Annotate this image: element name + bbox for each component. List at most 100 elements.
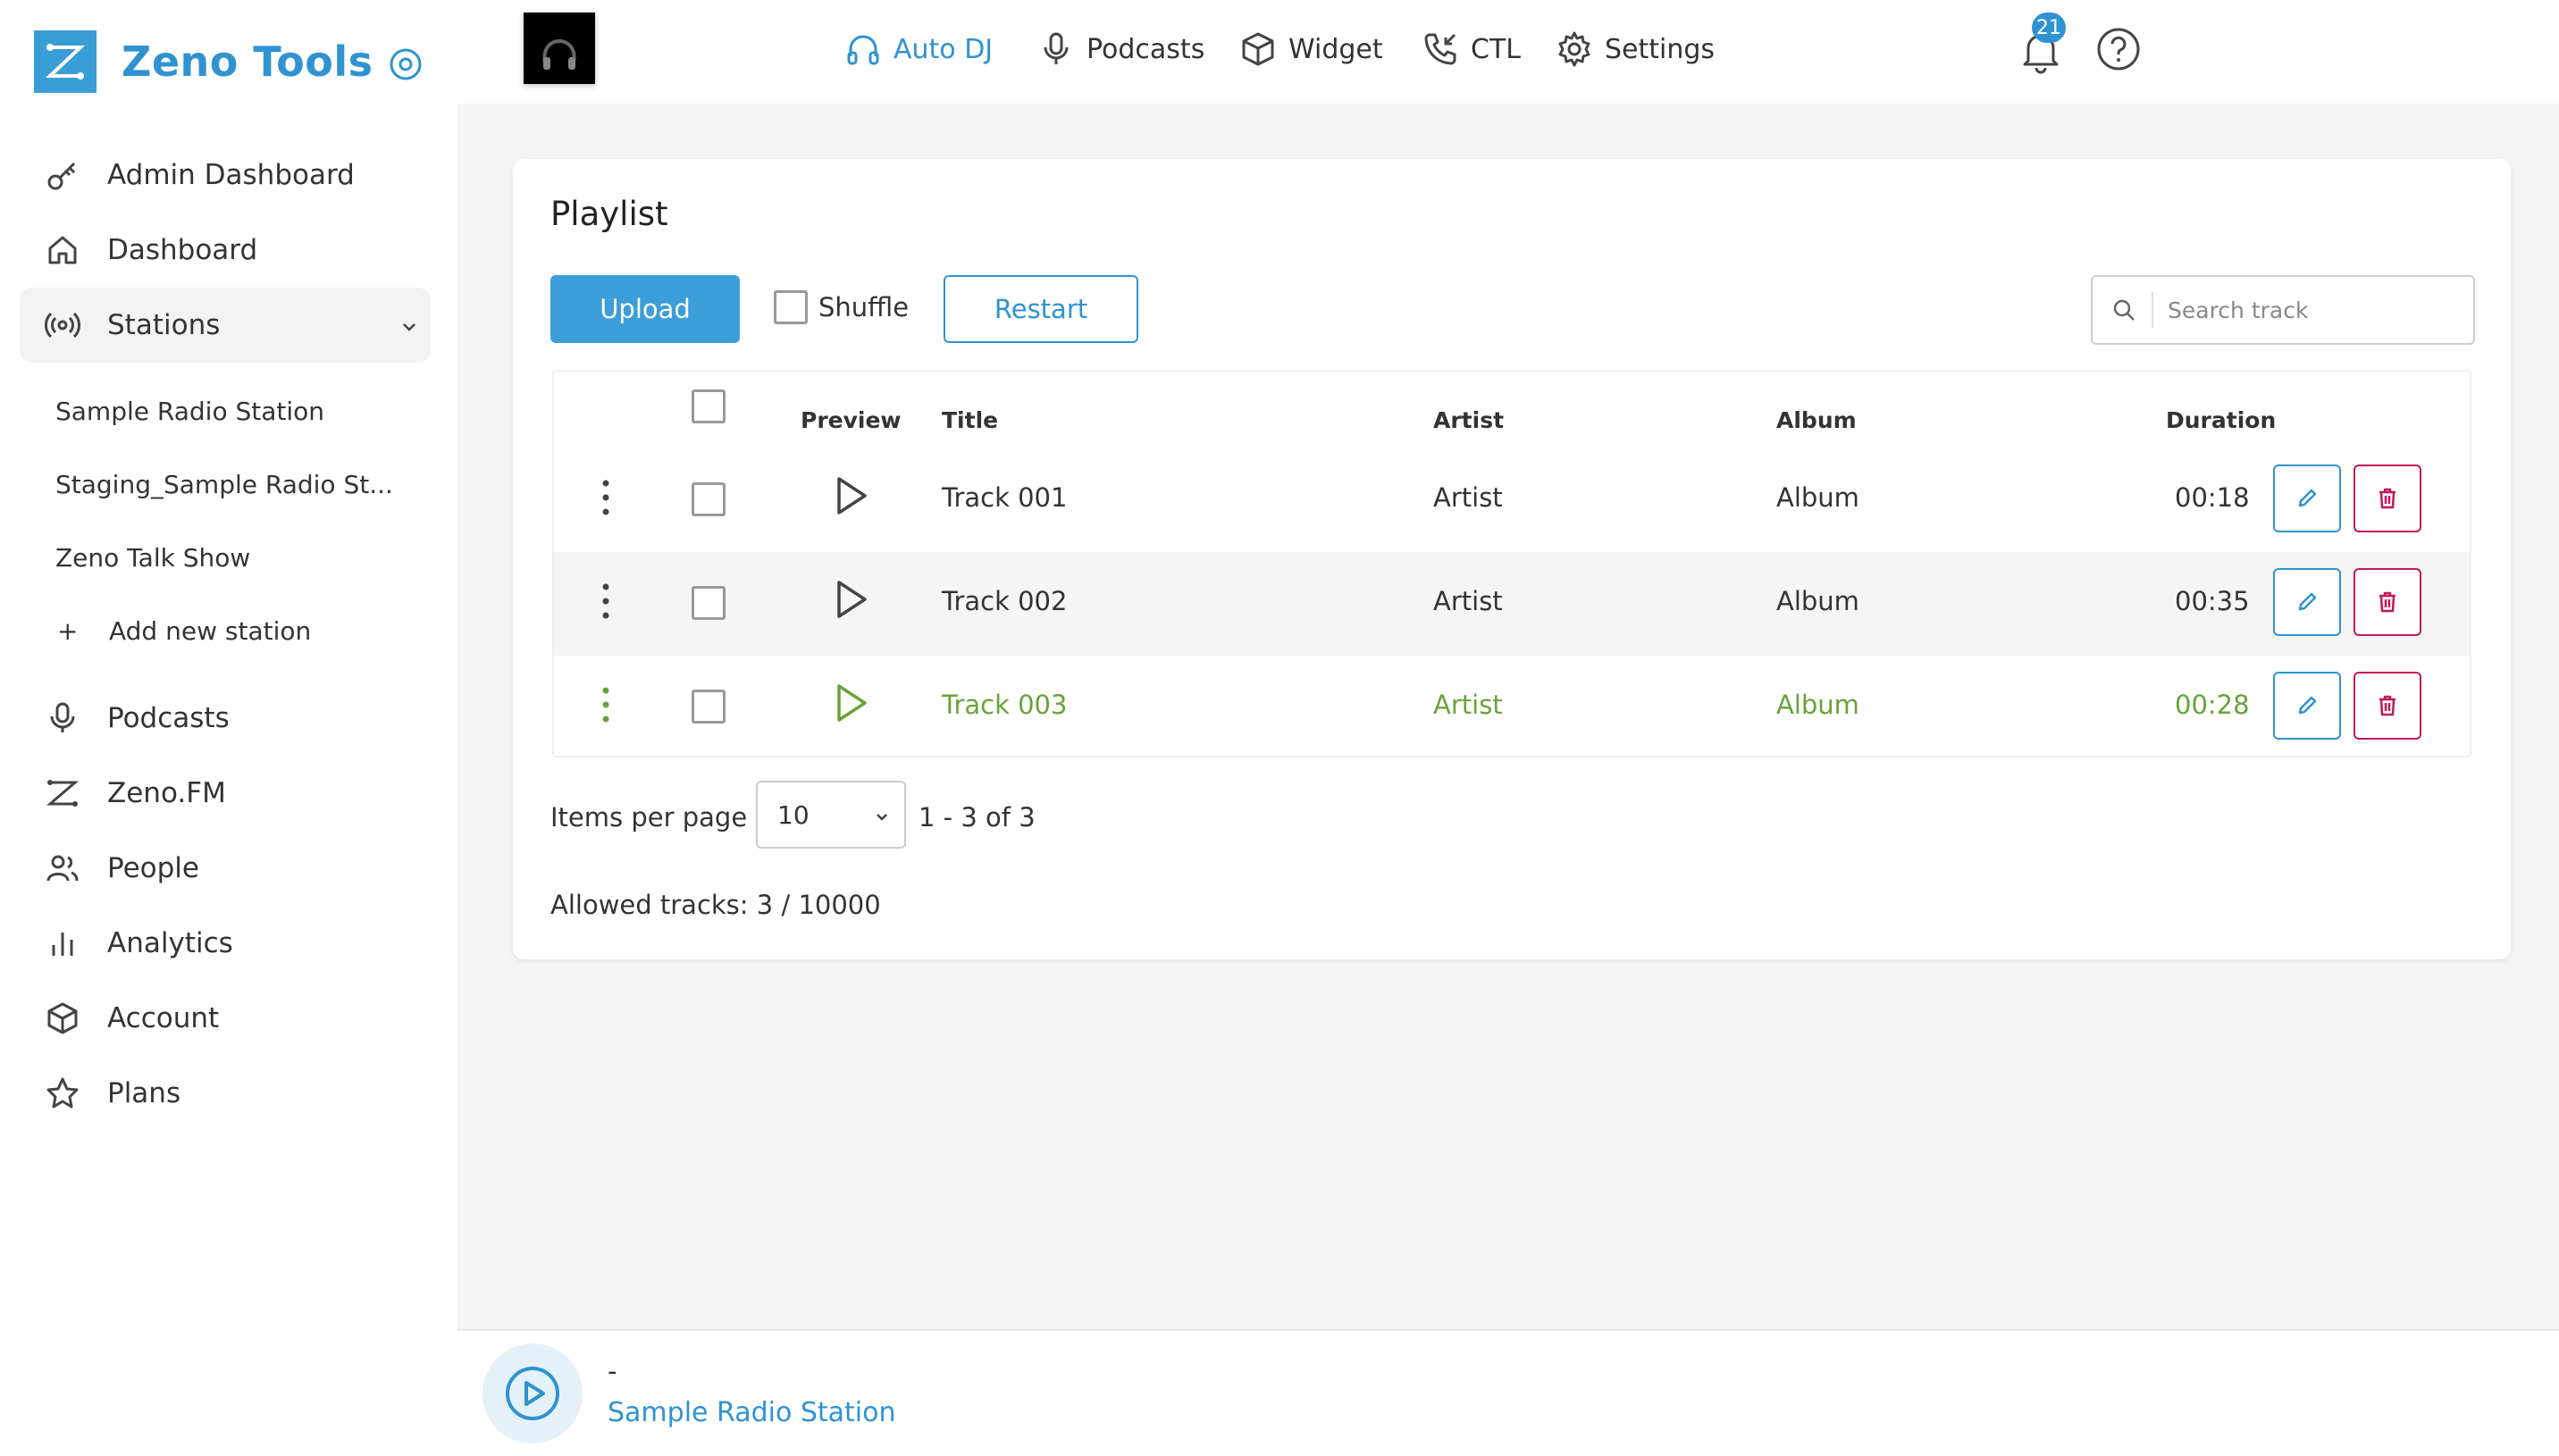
player-play-button[interactable]	[482, 1343, 583, 1443]
top-bar: Auto DJ Podcasts Widget CTL Settings 21	[457, 0, 2559, 104]
edit-button[interactable]	[2273, 464, 2341, 532]
headphones-icon	[847, 35, 879, 65]
sidebar-item-label: People	[107, 852, 199, 884]
shuffle-toggle[interactable]: Shuffle	[774, 290, 909, 324]
add-new-station-label: Add new station	[109, 616, 312, 646]
player-track-title: -	[608, 1356, 617, 1386]
station-item[interactable]: Zeno Talk Show	[55, 543, 250, 573]
search-input[interactable]	[2168, 297, 2454, 323]
track-album: Album	[1776, 482, 1859, 513]
table-row[interactable]: Track 002 Artist Album 00:35	[554, 552, 2470, 656]
sidebar-item-label: Analytics	[107, 927, 233, 959]
bar-chart-icon	[52, 933, 73, 956]
tab-widget[interactable]: Widget	[1238, 27, 1383, 71]
row-checkbox[interactable]	[692, 690, 726, 724]
shuffle-label: Shuffle	[818, 292, 910, 322]
more-options-icon[interactable]	[599, 475, 613, 520]
add-new-station-link[interactable]: + Add new station	[55, 616, 341, 652]
microphone-icon	[1044, 32, 1069, 64]
sidebar-item-label: Stations	[107, 309, 221, 341]
station-item[interactable]: Sample Radio Station	[55, 397, 324, 426]
station-thumbnail[interactable]	[524, 13, 595, 84]
play-icon[interactable]	[831, 681, 872, 725]
brand[interactable]: Zeno Tools	[34, 30, 373, 93]
track-album: Album	[1776, 690, 1859, 720]
items-per-page-value: 10	[777, 799, 810, 830]
app-name: Zeno Tools	[122, 38, 373, 86]
column-header-preview: Preview	[801, 407, 902, 433]
home-icon	[48, 236, 77, 264]
tab-label: Widget	[1288, 33, 1383, 65]
sidebar-item-admin-dashboard[interactable]: Admin Dashboard	[20, 138, 431, 213]
sidebar-item-dashboard[interactable]: Dashboard	[20, 213, 431, 288]
column-header-duration[interactable]: Duration	[2166, 407, 2276, 433]
edit-button[interactable]	[2273, 672, 2341, 740]
table-row[interactable]: Track 001 Artist Album 00:18	[554, 448, 2470, 552]
delete-button[interactable]	[2353, 568, 2421, 636]
sidebar-item-label: Zeno.FM	[107, 777, 226, 809]
tab-settings[interactable]: Settings	[1555, 27, 1715, 71]
notification-badge: 21	[2032, 13, 2066, 43]
items-per-page-select[interactable]: 10	[756, 781, 906, 849]
search-divider	[2152, 292, 2153, 328]
zeno-logo-icon	[34, 30, 96, 93]
more-options-icon[interactable]	[599, 579, 613, 623]
page-title: Playlist	[550, 195, 668, 233]
search-icon	[2113, 299, 2135, 321]
play-icon[interactable]	[831, 577, 872, 622]
player-station-link[interactable]: Sample Radio Station	[608, 1397, 896, 1428]
microphone-icon	[50, 702, 75, 732]
allowed-tracks: Allowed tracks: 3 / 10000	[550, 890, 881, 920]
cube-icon	[1242, 32, 1274, 66]
restart-button[interactable]: Restart	[944, 275, 1138, 343]
sidebar-item-people[interactable]: People	[20, 831, 431, 906]
row-checkbox[interactable]	[692, 586, 726, 620]
column-header-album[interactable]: Album	[1776, 407, 1857, 433]
tab-podcasts[interactable]: Podcasts	[1036, 27, 1204, 71]
delete-button[interactable]	[2353, 464, 2421, 532]
playlist-card: Playlist Upload Shuffle Restart Preview …	[513, 159, 2511, 959]
chevron-down-icon	[403, 323, 415, 331]
select-all-checkbox[interactable]	[692, 389, 726, 423]
column-header-title[interactable]: Title	[942, 407, 998, 433]
trash-icon	[2379, 591, 2395, 613]
tab-label: Podcasts	[1087, 33, 1205, 65]
tab-label: CTL	[1471, 33, 1521, 65]
sidebar-item-account[interactable]: Account	[20, 981, 431, 1056]
sidebar-item-label: Dashboard	[107, 234, 258, 266]
column-header-artist[interactable]: Artist	[1433, 407, 1504, 433]
key-icon	[47, 162, 76, 190]
table-row-playing[interactable]: Track 003 Artist Album 00:28	[554, 656, 2470, 759]
upload-button[interactable]: Upload	[550, 275, 740, 343]
play-icon[interactable]	[831, 473, 872, 518]
sidebar-item-plans[interactable]: Plans	[20, 1056, 431, 1131]
star-icon	[46, 1077, 79, 1109]
sidebar-item-stations[interactable]: Stations	[20, 288, 431, 363]
more-options-icon[interactable]	[599, 682, 613, 727]
target-icon[interactable]	[388, 46, 424, 82]
sidebar-item-analytics[interactable]: Analytics	[20, 906, 431, 981]
delete-button[interactable]	[2353, 672, 2421, 740]
chevron-down-icon	[877, 814, 887, 821]
track-title: Track 003	[942, 690, 1068, 720]
plus-icon: +	[57, 616, 79, 646]
sidebar-item-podcasts[interactable]: Podcasts	[20, 681, 431, 756]
people-icon	[46, 855, 79, 882]
sidebar-item-zeno-fm[interactable]: Zeno.FM	[20, 756, 431, 831]
broadcast-icon	[45, 312, 80, 339]
tab-label: Auto DJ	[894, 33, 994, 65]
shuffle-checkbox[interactable]	[774, 290, 808, 324]
track-album: Album	[1776, 586, 1859, 616]
tab-auto-dj[interactable]: Auto DJ	[843, 27, 993, 71]
tab-ctl[interactable]: CTL	[1421, 27, 1521, 71]
track-duration: 00:28	[2175, 690, 2250, 720]
row-checkbox[interactable]	[692, 482, 726, 516]
pencil-icon	[2298, 489, 2317, 507]
edit-button[interactable]	[2273, 568, 2341, 636]
station-item[interactable]: Staging_Sample Radio St...	[55, 470, 393, 499]
trash-icon	[2379, 695, 2395, 716]
sidebar: Zeno Tools Admin Dashboard Dashboard Sta…	[0, 0, 457, 1456]
zeno-logo-icon	[46, 780, 80, 807]
help-icon[interactable]	[2094, 25, 2143, 73]
player-bar: - Sample Radio Station	[457, 1329, 2559, 1456]
